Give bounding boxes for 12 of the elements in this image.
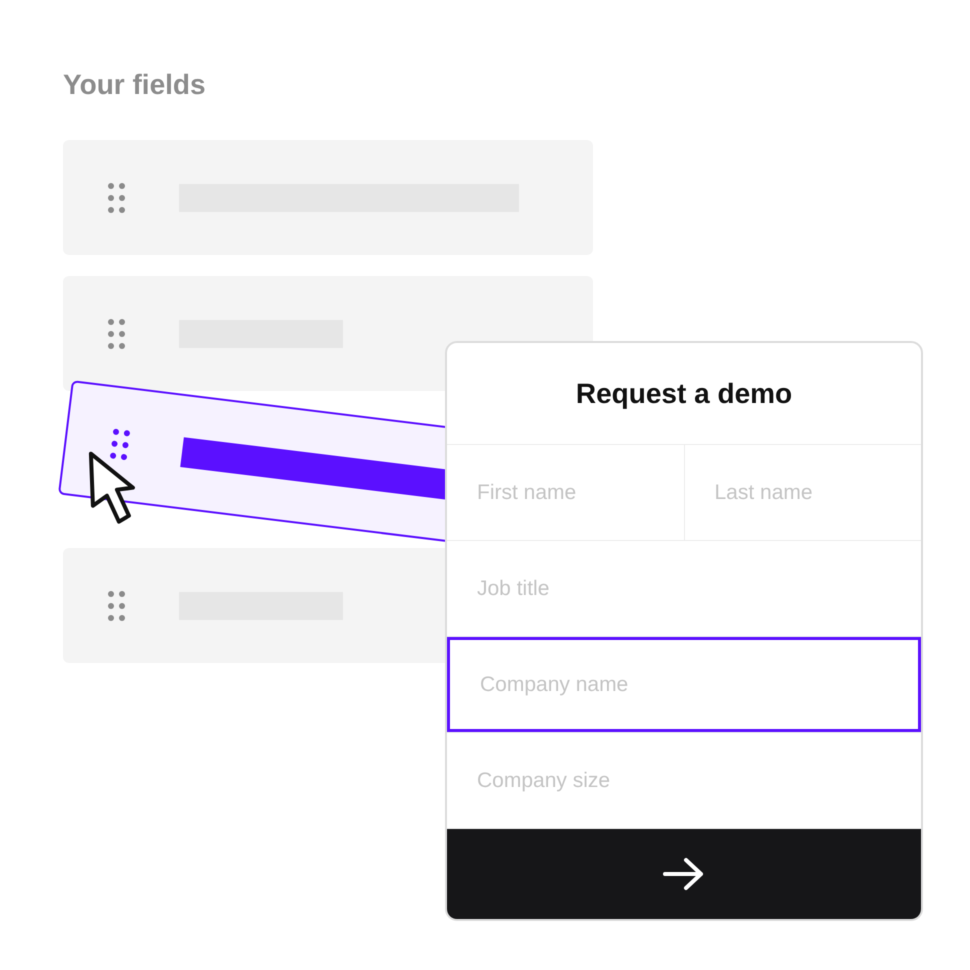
input-field[interactable]: Company size (447, 733, 921, 828)
drag-handle-icon[interactable] (107, 590, 127, 622)
section-heading: Your fields (63, 68, 207, 102)
field-card[interactable] (63, 140, 593, 255)
input-field[interactable]: First name (447, 445, 684, 540)
arrow-right-icon (662, 857, 706, 891)
drag-handle-icon[interactable] (107, 182, 127, 214)
drag-handle-icon[interactable] (107, 318, 127, 350)
drag-handle-icon[interactable] (108, 426, 132, 462)
form-title: Request a demo (576, 376, 792, 411)
input-field[interactable]: Job title (447, 541, 921, 636)
input-field[interactable]: Company name (447, 637, 921, 732)
